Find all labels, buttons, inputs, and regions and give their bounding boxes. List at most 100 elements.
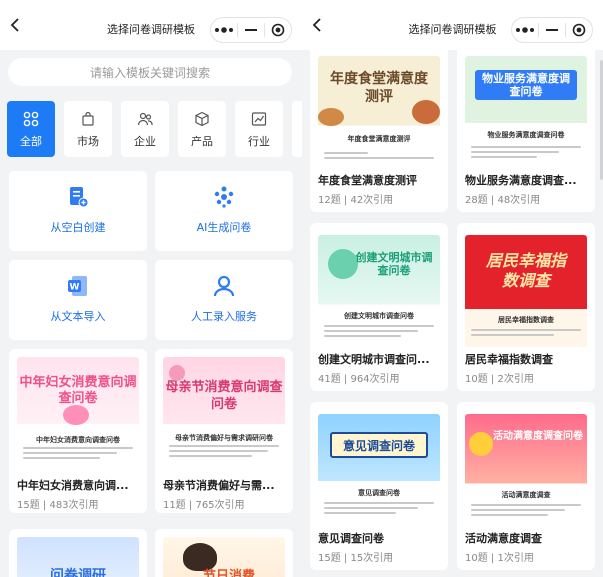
card-title: 创建文明城市调查问... <box>318 353 430 366</box>
thumbnail-title: 创建文明城市调查问卷 <box>355 251 433 277</box>
more-icon[interactable] <box>512 18 538 42</box>
thumbnail-subtitle: 中年妇女消费意向调查问卷 <box>36 436 120 444</box>
thumbnail-subtitle: 物业服务满意度调查问卷 <box>487 131 565 139</box>
template-thumbnail: 母亲节消费意向调查问卷 母亲节消费偏好与需求调研问卷 <box>163 357 285 469</box>
thumbnail-subtitle: 母亲节消费偏好与需求调研问卷 <box>175 434 273 442</box>
search-input[interactable]: 请输入模板关键词搜索 <box>8 58 292 86</box>
card-meta: 10题 | 1次引用 <box>465 553 534 564</box>
template-card[interactable]: 创建文明城市调查问卷 创建文明城市调查问卷 创建文明城市调查问... 41题 |… <box>310 223 448 391</box>
card-meta: 10题 | 2次引用 <box>465 374 534 385</box>
template-card[interactable]: 居民幸福指数调查 居民幸福指数调查 居民幸福指数调查 10题 | 2次引用 <box>457 223 595 391</box>
word-document-icon: W <box>68 276 87 296</box>
card-meta: 15题 | 483次引用 <box>17 500 99 511</box>
thumbnail-subtitle: 活动满意度调查 <box>501 491 551 499</box>
template-thumbnail: 年度食堂满意度测评 年度食堂满意度测评 <box>318 56 440 168</box>
tab-more[interactable]: 大 <box>292 101 302 157</box>
svg-text:W: W <box>70 283 80 293</box>
template-card[interactable]: 物业服务满意度调查问卷 物业服务满意度调查问卷 物业服务满意度调查... 28题… <box>457 44 595 212</box>
chart-icon <box>251 112 267 126</box>
tab-market[interactable]: 市场 <box>64 101 112 157</box>
template-card[interactable]: 年度食堂满意度测评 年度食堂满意度测评 年度食堂满意度测评 12题 | 42次引… <box>310 44 448 212</box>
tab-product[interactable]: 产品 <box>178 101 226 157</box>
template-card[interactable]: 节日消费 <box>155 529 293 577</box>
card-meta: 28题 | 48次引用 <box>465 195 541 206</box>
document-add-icon <box>70 187 89 208</box>
food-icon <box>318 108 344 126</box>
feature-label: 人工录入服务 <box>191 310 257 323</box>
template-thumbnail: 中年妇女消费意向调查问卷 中年妇女消费意向调查问卷 <box>17 357 139 469</box>
card-title: 活动满意度调查 <box>465 532 542 545</box>
card-meta: 12题 | 42次引用 <box>318 195 394 206</box>
template-card[interactable]: 活动满意度调查问卷 活动满意度调查 活动满意度调查 10题 | 1次引用 <box>457 402 595 570</box>
ai-sparkle-icon <box>214 186 234 208</box>
food-icon <box>412 100 440 124</box>
tab-label: 行业 <box>248 135 270 148</box>
template-thumbnail: 节日消费 <box>163 537 285 577</box>
template-card[interactable]: 中年妇女消费意向调查问卷 中年妇女消费意向调查问卷 中年妇女消费意向调... 1… <box>9 349 147 513</box>
template-card[interactable]: 意见调查问卷 意见调查问卷 意见调查问卷 15题 | 15次引用 <box>310 402 448 570</box>
thumbnail-title: 问卷调研 <box>50 568 106 577</box>
card-title: 物业服务满意度调查... <box>465 174 577 187</box>
tab-enterprise[interactable]: 企业 <box>121 101 169 157</box>
import-text-button[interactable]: W 从文本导入 <box>9 260 147 340</box>
card-title: 中年妇女消费意向调... <box>17 479 129 492</box>
card-title: 意见调查问卷 <box>318 532 384 545</box>
feature-label: 从空白创建 <box>50 221 106 234</box>
thumbnail-title: 物业服务满意度调查问卷 <box>482 72 570 98</box>
back-arrow-icon[interactable] <box>310 17 326 33</box>
minimize-icon[interactable] <box>238 18 264 42</box>
close-target-icon[interactable] <box>566 18 592 42</box>
template-thumbnail: 意见调查问卷 意见调查问卷 <box>318 414 440 526</box>
back-arrow-icon[interactable] <box>8 17 24 33</box>
thumbnail-title: 中年妇女消费意向调查问卷 <box>19 375 137 406</box>
card-title: 母亲节消费偏好与需... <box>163 479 275 492</box>
users-icon <box>137 112 153 126</box>
tab-industry[interactable]: 行业 <box>235 101 283 157</box>
thumbnail-title: 活动满意度调查问卷 <box>493 431 583 442</box>
shopping-bag-icon <box>82 111 94 126</box>
thumbnail-subtitle: 居民幸福指数调查 <box>498 316 554 324</box>
thumbnail-subtitle: 创建文明城市调查问卷 <box>344 312 414 320</box>
person-icon <box>213 275 235 297</box>
right-screen: 选择问卷调研模板 年度食堂满意度测评 年度食堂满意度测评 年度食堂满意度测评 1… <box>302 0 603 577</box>
minimize-icon[interactable] <box>539 18 565 42</box>
template-thumbnail: 活动满意度调查问卷 活动满意度调查 <box>465 414 587 526</box>
card-meta: 41题 | 964次引用 <box>318 374 400 385</box>
card-title: 居民幸福指数调查 <box>465 353 553 366</box>
nav-bar: 选择问卷调研模板 <box>0 0 302 50</box>
left-screen: 选择问卷调研模板 请输入模板关键词搜索 全部 市场 企业 产品 行业 从空白创建… <box>0 0 302 577</box>
more-icon[interactable] <box>211 18 237 42</box>
thumbnail-title: 意见调查问卷 <box>342 439 415 453</box>
template-thumbnail: 创建文明城市调查问卷 创建文明城市调查问卷 <box>318 235 440 347</box>
close-target-icon[interactable] <box>265 18 291 42</box>
mini-program-capsule <box>511 17 593 43</box>
ai-generate-button[interactable]: AI生成问卷 <box>155 171 293 251</box>
template-thumbnail: 居民幸福指数调查 居民幸福指数调查 <box>465 235 587 347</box>
box-icon <box>195 111 209 127</box>
create-blank-button[interactable]: 从空白创建 <box>9 171 147 251</box>
card-meta: 11题 | 765次引用 <box>163 500 245 511</box>
feature-label: 从文本导入 <box>50 310 106 323</box>
template-thumbnail: 物业服务满意度调查问卷 物业服务满意度调查问卷 <box>465 56 587 168</box>
category-tabs: 全部 市场 企业 产品 行业 大 <box>7 101 302 157</box>
grid-icon <box>23 111 39 127</box>
tab-label: 产品 <box>191 135 213 148</box>
feature-label: AI生成问卷 <box>196 221 252 234</box>
manual-entry-button[interactable]: 人工录入服务 <box>155 260 293 340</box>
tab-all[interactable]: 全部 <box>7 101 55 157</box>
thumbnail-subtitle: 意见调查问卷 <box>358 489 400 497</box>
thumbnail-subtitle: 年度食堂满意度测评 <box>347 135 411 143</box>
mascot-icon <box>469 432 493 456</box>
template-card[interactable]: 母亲节消费意向调查问卷 母亲节消费偏好与需求调研问卷 母亲节消费偏好与需... … <box>155 349 293 513</box>
tab-label: 企业 <box>134 135 156 148</box>
tab-label: 市场 <box>77 135 99 148</box>
tab-label: 全部 <box>20 135 42 148</box>
template-card[interactable]: 问卷调研 <box>9 529 147 577</box>
template-thumbnail: 问卷调研 <box>17 537 139 577</box>
thumbnail-title: 母亲节消费意向调查问卷 <box>165 380 283 412</box>
heart-icon <box>63 405 89 425</box>
nav-bar: 选择问卷调研模板 <box>302 0 603 50</box>
card-meta: 15题 | 15次引用 <box>318 553 394 564</box>
mini-program-capsule <box>210 17 292 43</box>
card-title: 年度食堂满意度测评 <box>318 174 417 187</box>
